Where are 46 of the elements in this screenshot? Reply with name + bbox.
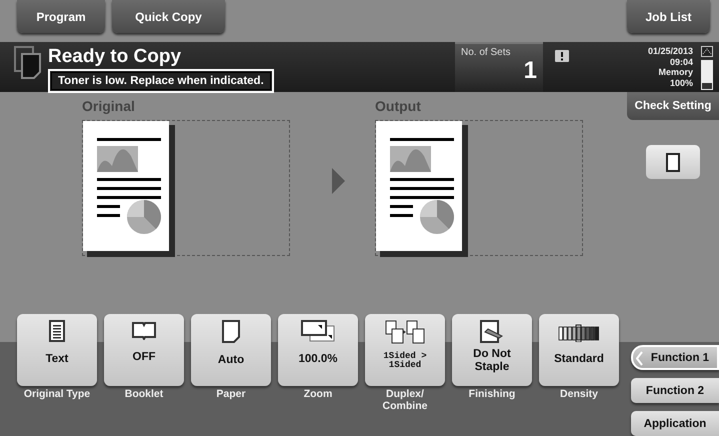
original-label: Original	[82, 98, 136, 114]
setting-label: Zoom	[304, 388, 332, 400]
document-icon	[49, 320, 65, 342]
setting-label: Finishing	[468, 388, 516, 400]
zoom-icon	[301, 320, 335, 342]
page-view-button[interactable]	[646, 145, 700, 179]
warning-message: Toner is low. Replace when indicated.	[48, 69, 274, 93]
sets-counter[interactable]: No. of Sets 1	[455, 42, 543, 92]
time-text: 09:04	[670, 56, 693, 67]
sets-label: No. of Sets	[461, 47, 512, 58]
top-menu-button[interactable]: Quick Copy	[112, 0, 225, 33]
setting-label: Density	[560, 388, 598, 400]
page-icon	[666, 152, 680, 172]
setting-button[interactable]: 100.0%	[278, 314, 358, 386]
setting-label: Duplex/ Combine	[382, 388, 428, 412]
memory-meter-icon	[701, 60, 713, 90]
setting-button[interactable]: Standard	[539, 314, 619, 386]
copy-icon	[14, 46, 42, 80]
setting-button[interactable]: Auto	[191, 314, 271, 386]
check-setting-button[interactable]: Check Setting	[627, 92, 719, 120]
function-tab[interactable]: Application	[631, 411, 719, 436]
sets-value: 1	[522, 58, 537, 84]
setting-button[interactable]: 1Sided > 1Sided	[365, 314, 445, 386]
caret-icon	[636, 351, 643, 366]
setting-button[interactable]: OFF	[104, 314, 184, 386]
memory-label: Memory	[658, 67, 693, 78]
setting-button[interactable]: Text	[17, 314, 97, 386]
output-label: Output	[375, 98, 422, 114]
setting-button[interactable]: Do Not Staple	[452, 314, 532, 386]
duplex-icon	[385, 320, 425, 344]
memory-value: 100%	[670, 78, 693, 88]
function-tab[interactable]: Function 1	[631, 345, 719, 370]
top-menu-button[interactable]: Program	[17, 0, 105, 33]
setting-label: Original Type	[24, 388, 90, 400]
function-tab[interactable]: Function 2	[631, 378, 719, 404]
date-text: 01/25/2013	[648, 46, 693, 56]
stapler-icon	[480, 320, 504, 344]
network-icon	[701, 46, 713, 57]
arrow-icon	[332, 168, 345, 194]
job-list-button[interactable]: Job List	[627, 0, 710, 33]
book-icon	[132, 320, 156, 340]
page-icon	[222, 320, 240, 343]
status-title: Ready to Copy	[48, 46, 182, 68]
setting-label: Paper	[216, 388, 246, 400]
warning-icon	[555, 50, 569, 62]
setting-label: Booklet	[124, 388, 164, 400]
